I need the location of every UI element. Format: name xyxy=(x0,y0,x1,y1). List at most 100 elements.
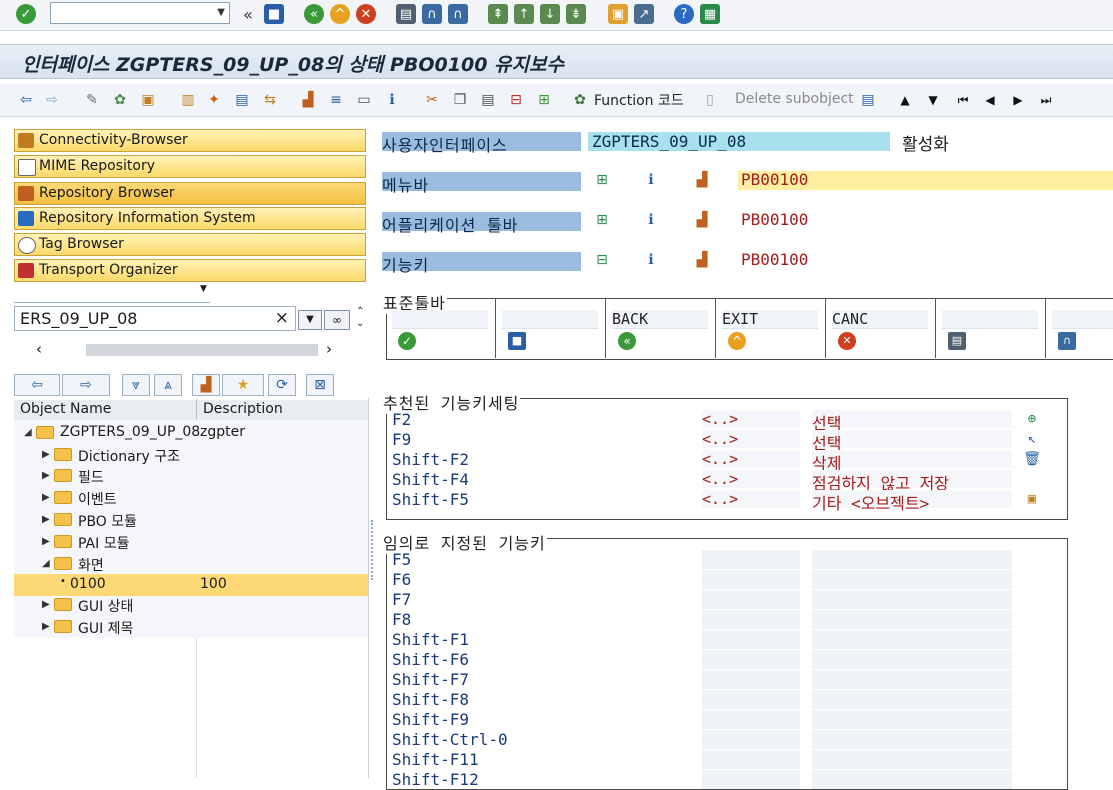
function-text-field[interactable] xyxy=(812,550,1012,569)
clear-icon[interactable]: × xyxy=(275,308,289,328)
cut-icon[interactable]: ✂ xyxy=(422,90,442,110)
tree-row[interactable]: ▶ 이벤트 xyxy=(14,487,368,509)
horizontal-scrollbar[interactable]: ‹ › xyxy=(14,340,354,360)
function-code-field[interactable] xyxy=(702,630,800,649)
hierarchy-icon[interactable]: ▟ xyxy=(192,374,220,396)
tree-row[interactable]: ◢ ZGPTERS_09_UP_08 zgpter xyxy=(14,422,368,444)
collapsed-triangle-icon[interactable]: ▶ xyxy=(42,492,50,503)
nav-repository-information-system[interactable]: Repository Information System xyxy=(14,207,366,230)
std-code-field[interactable]: BACK xyxy=(612,310,708,329)
expand-section-icon[interactable]: ⊞ xyxy=(592,170,612,190)
copy-icon[interactable]: ❐ xyxy=(450,90,470,110)
command-field[interactable]: ▼ xyxy=(50,2,230,24)
function-text-field[interactable] xyxy=(812,610,1012,629)
expand-icon[interactable]: ⩔ xyxy=(122,374,150,396)
column-header-description[interactable]: Description xyxy=(203,401,283,417)
display-glasses-icon[interactable]: ∞ xyxy=(324,310,350,330)
first-page-icon[interactable]: ⇞ xyxy=(488,4,508,24)
function-code-field[interactable]: <..> xyxy=(702,450,800,468)
chevron-right-icon[interactable]: › xyxy=(326,340,332,358)
select-pointer-icon[interactable]: ↖ xyxy=(1022,430,1042,448)
nav-connectivity-browser[interactable]: Connectivity-Browser xyxy=(14,129,366,152)
find-next-icon[interactable]: ∩ xyxy=(448,4,468,24)
exit-icon[interactable]: ^ xyxy=(330,4,350,24)
function-text-field[interactable] xyxy=(812,570,1012,589)
collapsed-triangle-icon[interactable]: ▶ xyxy=(42,536,50,547)
nav-repository-browser[interactable]: Repository Browser xyxy=(14,182,366,205)
enter-checkmark-icon[interactable]: ✓ xyxy=(16,4,36,24)
tree-row[interactable]: ▶ 필드 xyxy=(14,465,368,487)
tree-row[interactable]: ▶ Dictionary 구조 xyxy=(14,444,368,466)
print-icon[interactable]: ▤ xyxy=(396,4,416,24)
function-code-field[interactable] xyxy=(702,570,800,589)
delete-row-icon[interactable]: ⊟ xyxy=(506,90,526,110)
expand-section-icon[interactable]: ⊞ xyxy=(592,210,612,230)
tree-row[interactable]: ▶ PBO 모듈 xyxy=(14,509,368,531)
std-cell-find[interactable]: ∩ xyxy=(1046,298,1113,358)
splitter-handle[interactable] xyxy=(371,520,376,580)
find-icon[interactable]: ∩ xyxy=(422,4,442,24)
info-icon[interactable]: ℹ xyxy=(641,250,661,270)
object-type-dropdown[interactable]: ▼ xyxy=(14,284,210,303)
last-icon[interactable]: ⏭ xyxy=(1036,90,1056,110)
expanded-triangle-icon[interactable]: ◢ xyxy=(42,558,50,569)
function-code-field[interactable] xyxy=(702,670,800,689)
scrollbar-thumb[interactable] xyxy=(86,344,318,356)
next-page-icon[interactable]: ↓ xyxy=(540,4,560,24)
back-arrow-icon[interactable]: ⇦ xyxy=(16,90,36,110)
tree-row[interactable]: ▶ GUI 제목 xyxy=(14,616,368,638)
double-chevron-left-icon[interactable]: « xyxy=(238,4,258,24)
function-text-field[interactable] xyxy=(812,630,1012,649)
function-text-field[interactable] xyxy=(812,590,1012,609)
tree-row[interactable]: ◢ 화면 xyxy=(14,553,368,575)
function-code-field[interactable] xyxy=(702,730,800,749)
function-text-field[interactable] xyxy=(812,770,1012,789)
layout-menu-icon[interactable]: ▦ xyxy=(700,4,720,24)
function-text-field[interactable] xyxy=(812,690,1012,709)
previous-icon[interactable]: ◀ xyxy=(980,90,1000,110)
help-icon[interactable]: ? xyxy=(674,4,694,24)
tree-back-icon[interactable]: ⇦ xyxy=(14,374,60,396)
std-cell-back[interactable]: BACK « xyxy=(606,298,716,358)
last-page-icon[interactable]: ⇟ xyxy=(566,4,586,24)
favorites-star-icon[interactable]: ★ xyxy=(222,374,264,396)
function-text-field[interactable]: 선택 xyxy=(812,410,1012,433)
function-code-field[interactable]: <..> xyxy=(702,410,800,428)
check-icon[interactable]: ▥ xyxy=(178,90,198,110)
expanded-triangle-icon[interactable]: ◢ xyxy=(24,427,32,438)
chevron-left-icon[interactable]: ‹ xyxy=(36,340,42,358)
std-cell-cancel[interactable]: CANC ✕ xyxy=(826,298,936,358)
test-icon[interactable]: ▤ xyxy=(232,90,252,110)
collapsed-triangle-icon[interactable]: ▶ xyxy=(42,599,50,610)
chevron-down-icon[interactable]: ▼ xyxy=(200,284,207,294)
std-cell-enter[interactable]: ✓ xyxy=(386,298,496,358)
back-icon[interactable]: « xyxy=(304,4,324,24)
create-session-icon[interactable]: ▣ xyxy=(608,4,628,24)
insert-row-icon[interactable]: ⊞ xyxy=(534,90,554,110)
save-icon[interactable]: ■ xyxy=(264,4,284,24)
function-code-field[interactable]: <..> xyxy=(702,490,800,508)
shortcut-icon[interactable]: ↗ xyxy=(634,4,654,24)
active-inactive-icon[interactable]: ✿ xyxy=(110,90,130,110)
forward-arrow-icon[interactable]: ⇨ xyxy=(42,90,62,110)
std-cell-exit[interactable]: EXIT ^ xyxy=(716,298,826,358)
tree-row[interactable]: ▶ PAI 모듈 xyxy=(14,531,368,553)
function-text-field[interactable] xyxy=(812,750,1012,769)
scroll-updown-icon[interactable]: ⌃ ⌄ xyxy=(356,306,364,330)
function-text-field[interactable] xyxy=(812,670,1012,689)
dropdown-chevron-icon[interactable]: ▼ xyxy=(298,310,322,330)
function-text-field[interactable]: 삭제 xyxy=(812,450,1012,473)
chevron-down-icon[interactable]: ▼ xyxy=(217,7,225,18)
function-code-field[interactable] xyxy=(702,590,800,609)
function-code-field[interactable] xyxy=(702,650,800,669)
std-code-field[interactable] xyxy=(392,310,488,329)
close-tree-icon[interactable]: ⊠ xyxy=(306,374,334,396)
hierarchy-icon[interactable]: ▟ xyxy=(692,170,712,190)
nav-transport-organizer[interactable]: Transport Organizer xyxy=(14,259,366,282)
std-code-field[interactable]: EXIT xyxy=(722,310,818,329)
trash-icon[interactable]: 🗑 xyxy=(1022,450,1042,468)
delete-subobject-button[interactable]: Delete subobject xyxy=(735,91,854,107)
object-name-input[interactable]: ERS_09_UP_08 × xyxy=(14,306,296,331)
display-change-icon[interactable]: ✎ xyxy=(82,90,102,110)
function-code-field[interactable] xyxy=(702,610,800,629)
